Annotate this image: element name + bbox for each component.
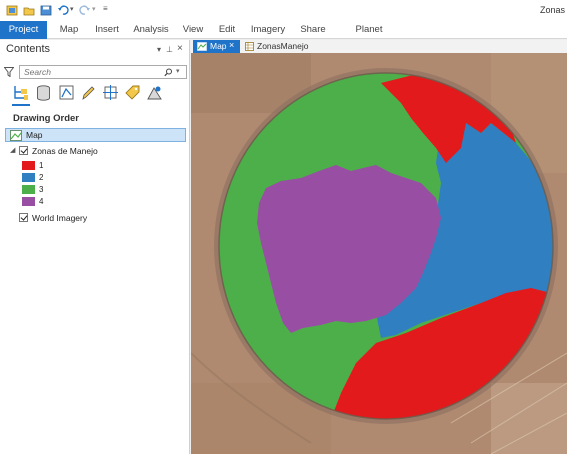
tab-project[interactable]: Project — [0, 21, 47, 39]
imagery-field-patch — [491, 383, 567, 454]
map-tab-icon — [197, 42, 207, 51]
tab-imagery[interactable]: Imagery — [249, 21, 287, 39]
tab-analysis[interactable]: Analysis — [132, 21, 170, 39]
contents-pane: Contents ▾ ⊥ × ▾ Drawing Order Map ◢ — [0, 40, 190, 454]
list-by-editing-icon[interactable] — [80, 84, 97, 102]
legend-swatch-2 — [22, 173, 35, 182]
redo-icon[interactable] — [79, 5, 91, 16]
map-tab-label: Map — [210, 41, 227, 51]
window-title: Zonas — [539, 5, 565, 15]
table-icon — [245, 42, 254, 51]
undo-icon[interactable] — [57, 5, 69, 16]
map-icon — [10, 130, 22, 141]
tab-edit[interactable]: Edit — [216, 21, 238, 39]
quick-access-toolbar: ▾ ▾ ≡ Zonas — [0, 0, 567, 21]
tab-zonas-manejo[interactable]: ZonasManejo — [243, 40, 323, 53]
contents-title: Contents — [6, 43, 51, 55]
list-by-source-icon[interactable] — [35, 84, 52, 102]
contents-header: Contents ▾ ⊥ × — [0, 40, 190, 60]
world-imagery-checkbox[interactable] — [19, 213, 28, 222]
close-pane-icon[interactable]: × — [177, 43, 183, 54]
collapse-arrow-icon[interactable]: ◢ — [10, 146, 15, 154]
close-tab-icon[interactable]: × — [229, 40, 234, 50]
contents-toolbar — [12, 84, 182, 104]
map-label: Map — [26, 130, 43, 140]
legend-label-1: 1 — [39, 161, 44, 170]
drawing-order-heading: Drawing Order — [13, 113, 79, 124]
legend-swatch-3 — [22, 185, 35, 194]
legend-swatch-4 — [22, 197, 35, 206]
map-view-tabs: Map × ZonasManejo — [191, 40, 567, 53]
customize-qat-icon[interactable]: ≡ — [103, 4, 108, 13]
legend-label-4: 4 — [39, 197, 44, 206]
tab-map-view[interactable]: Map × — [193, 40, 240, 53]
ribbon-tabs: Project Map Insert Analysis View Edit Im… — [0, 21, 567, 53]
redo-dropdown-icon[interactable]: ▾ — [92, 5, 96, 13]
tab-planet-imagery[interactable]: Planet Imagery — [338, 21, 400, 53]
tab-view[interactable]: View — [180, 21, 206, 39]
search-dropdown-icon[interactable]: ▾ — [176, 67, 180, 75]
map-canvas[interactable] — [191, 53, 567, 454]
pane-options-icon[interactable]: ▾ — [157, 45, 161, 54]
tab-insert[interactable]: Insert — [92, 21, 122, 39]
basemap-name[interactable]: World Imagery — [32, 213, 87, 223]
layer-name[interactable]: Zonas de Manejo — [32, 146, 98, 156]
new-project-icon[interactable] — [6, 5, 18, 16]
map-svg — [191, 53, 567, 454]
list-by-perspective-imagery-icon[interactable] — [146, 84, 163, 102]
list-by-snapping-icon[interactable] — [102, 84, 119, 102]
active-toolbar-indicator — [12, 104, 30, 106]
list-by-drawing-order-icon[interactable] — [12, 84, 29, 102]
legend-label-3: 3 — [39, 185, 44, 194]
filter-icon[interactable] — [4, 67, 14, 77]
open-project-icon[interactable] — [23, 5, 35, 16]
search-icon[interactable] — [164, 68, 173, 77]
save-icon[interactable] — [40, 5, 52, 16]
search-input[interactable] — [19, 65, 187, 79]
search-row: ▾ — [4, 65, 187, 79]
zonas-manejo-tab-label: ZonasManejo — [257, 41, 309, 51]
pin-icon[interactable]: ⊥ — [166, 45, 173, 54]
tab-map[interactable]: Map — [55, 21, 83, 39]
legend-label-2: 2 — [39, 173, 44, 182]
list-by-selection-icon[interactable] — [58, 84, 75, 102]
tab-share[interactable]: Share — [298, 21, 328, 39]
map-layer-row[interactable]: Map — [5, 128, 186, 142]
arcgis-pro-window: ▾ ▾ ≡ Zonas Project Map Insert Analysis … — [0, 0, 567, 454]
zonas-de-manejo-checkbox[interactable] — [19, 146, 28, 155]
legend-swatch-1 — [22, 161, 35, 170]
list-by-labeling-icon[interactable] — [124, 84, 141, 102]
undo-dropdown-icon[interactable]: ▾ — [70, 5, 74, 13]
